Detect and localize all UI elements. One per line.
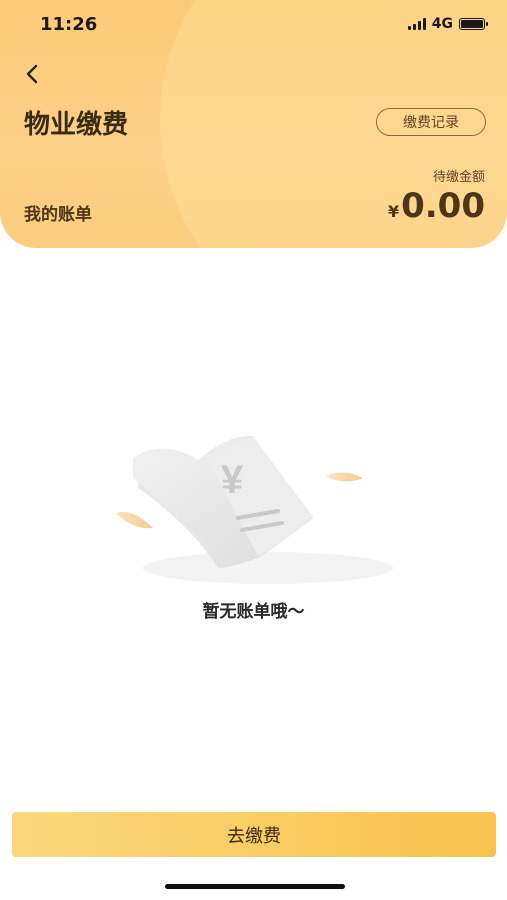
network-label: 4G (431, 16, 453, 32)
empty-state-message: 暂无账单哦～ (202, 602, 305, 622)
page-title: 物业缴费 (24, 110, 129, 140)
currency-symbol: ¥ (387, 202, 400, 221)
amount-value: 0.00 (401, 186, 485, 226)
battery-icon (459, 18, 488, 30)
pending-amount: ¥ 0.00 (388, 186, 485, 226)
home-indicator (165, 884, 345, 889)
status-bar: 11:26 4G (0, 0, 507, 50)
chevron-left-icon (26, 64, 38, 84)
go-pay-button[interactable]: 去缴费 (12, 812, 496, 857)
payment-records-button[interactable]: 缴费记录 (376, 108, 486, 136)
svg-text:¥: ¥ (221, 458, 244, 502)
receipt-icon: ¥ (116, 435, 393, 584)
signal-icon (407, 18, 426, 30)
empty-bill-illustration: ¥ (108, 418, 408, 593)
my-bills-label: 我的账单 (24, 205, 92, 225)
back-button[interactable] (20, 60, 50, 90)
pending-amount-label: 待缴金额 (432, 170, 485, 185)
status-time: 11:26 (40, 14, 98, 35)
header-panel: 11:26 4G 物业缴费 缴费记录 我的账单 待缴金额 ¥ 0.00 (0, 0, 507, 248)
status-indicators: 4G (407, 16, 488, 32)
